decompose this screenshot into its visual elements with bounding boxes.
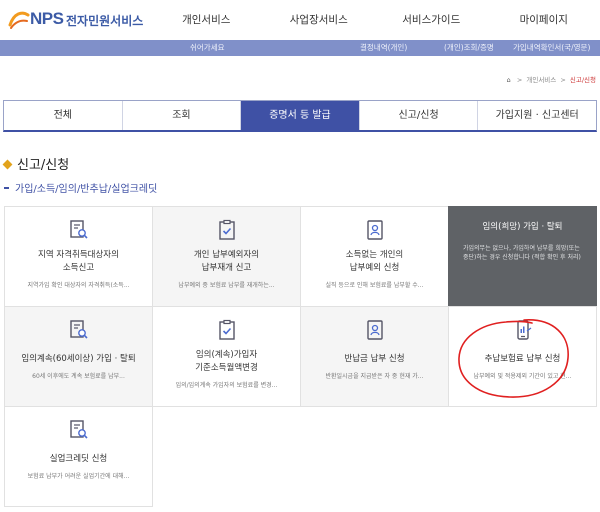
nav-personal[interactable]: 개인서비스 [150,0,263,40]
card-description: 반환일시금을 지급받은 자 중 현재 가... [325,373,424,380]
category-tabs: 전체 조회 증명서 등 발급 신고/신청 가입지원 · 신고센터 [3,100,597,132]
card-refund-payment[interactable]: 반납금 납부 신청 반환일시금을 지급받은 자 중 현재 가... [300,306,449,407]
subbar-greeting: 쉬어가세요 [190,43,225,52]
document-search-icon [69,220,88,239]
card-continued-voluntary-join[interactable]: 임의계속(60세이상) 가입 · 탈퇴 60세 이후에도 계속 보험료를 납부.… [4,306,153,407]
sub-nav-bar: 쉬어가세요 결정내역(개인) (개인)조회/증명 가입내역확인서(국/영문) [0,40,600,56]
tab-certificates[interactable]: 증명서 등 발급 [241,101,360,130]
tab-inquiry[interactable]: 조회 [122,101,242,130]
card-title-line: 납부재개 신고 [201,263,252,273]
logo-text: 전자민원서비스 [66,14,144,28]
card-deferred-payment[interactable]: 추납보험료 납부 신청 납부예외 및 적용제외 기간이 있고 현... [448,306,597,407]
diamond-bullet-icon [2,159,13,170]
breadcrumb-separator: > [516,76,523,84]
card-title-line: 기준소득월액변경 [195,363,258,373]
breadcrumb-separator: > [560,76,566,84]
card-payment-exemption[interactable]: 소득없는 개인의납부예외 신청 실직 등으로 인해 보험료를 납부할 수... [300,206,449,307]
card-description: 보험료 납부가 어려운 실업기간에 대해... [27,473,130,480]
card-title-line: 추납보험료 납부 신청 [484,354,561,364]
nav-guide[interactable]: 서비스가이드 [375,0,488,40]
card-regional-income-report[interactable]: 지역 자격취득대상자의소득신고 지역가입 확인 대상자의 자격취득(소득... [4,206,153,307]
card-title-line: 소득신고 [62,263,95,273]
nav-mypage[interactable]: 마이페이지 [488,0,600,40]
tab-support-center[interactable]: 가입지원 · 신고센터 [478,101,596,130]
dash-bullet-icon [4,187,9,189]
subbar-link-inquiry[interactable]: (개인)조회/증명 [444,40,494,56]
logo[interactable]: NPS 전자민원서비스 [8,7,143,33]
mobile-chart-icon [516,320,531,340]
logo-mark: NPS [30,9,64,28]
breadcrumb-parent[interactable]: 개인서비스 [526,76,556,84]
card-unemployment-credit[interactable]: 실업크레딧 신청 보험료 납부가 어려운 실업기간에 대해... [4,406,153,507]
card-title-line: 개인 납부예외자의 [193,250,260,260]
section-title-text: 신고/신청 [17,158,70,173]
card-title-line: 실업크레딧 신청 [49,454,108,464]
card-description: 지역가입 확인 대상자의 자격취득(소득... [27,282,130,289]
card-description: 실직 등으로 인해 보험료를 납부할 수... [325,282,424,289]
person-id-icon [366,320,383,340]
clipboard-check-icon [218,319,235,340]
breadcrumb-current: 신고/신청 [569,76,596,84]
card-title-line: 임의계속(60세이상) 가입 · 탈퇴 [21,354,136,364]
subbar-link-decision[interactable]: 결정내역(개인) [360,40,407,56]
tab-all[interactable]: 전체 [4,101,123,130]
header: NPS 전자민원서비스 개인서비스 사업장서비스 서비스가이드 마이페이지 [0,0,600,40]
section-title: 신고/신청 [2,154,70,173]
card-title-line: 지역 자격취득대상자의 [38,250,119,260]
card-title-line: 반납금 납부 신청 [344,354,405,364]
home-icon[interactable]: ⌂ [507,76,511,84]
card-description: 납부예외 중 보험료 납부를 재개하는... [178,282,275,289]
card-payment-resume[interactable]: 개인 납부예외자의납부재개 신고 납부예외 중 보험료 납부를 재개하는... [152,206,301,307]
clipboard-check-icon [218,219,235,240]
tab-report[interactable]: 신고/신청 [359,101,479,130]
section-subtitle: 가입/소득/임의/반추납/실업크레딧 [4,180,157,195]
card-description: 60세 이후에도 계속 보험료를 납부... [32,373,125,380]
card-description: 납부예외 및 적용제외 기간이 있고 현... [473,373,572,380]
section-subtitle-text: 가입/소득/임의/반추납/실업크레딧 [15,184,158,195]
card-title-line: 납부예외 신청 [349,263,400,273]
card-voluntary-join-leave[interactable]: 임의(희망) 가입 · 탈퇴 가입의무는 없으나, 가입하여 납부를 희망(또는… [448,206,597,307]
nps-swoosh-icon [8,11,30,29]
card-description: 임의/임의계속 가입자의 보험료를 변경... [175,382,278,389]
card-income-change[interactable]: 임의(계속)가입자기준소득월액변경 임의/임의계속 가입자의 보험료를 변경..… [152,306,301,407]
card-description: 가입의무는 없으나, 가입하여 납부를 희망(또는 중단)하는 경우 신청합니다… [463,245,581,261]
nav-business[interactable]: 사업장서비스 [263,0,376,40]
card-title-line: 임의(계속)가입자 [195,350,258,360]
subbar-link-certificate[interactable]: 가입내역확인서(국/영문) [513,40,590,56]
card-title-line: 임의(희망) 가입 · 탈퇴 [482,222,563,232]
global-nav: 개인서비스 사업장서비스 서비스가이드 마이페이지 [150,0,600,40]
card-title-line: 소득없는 개인의 [345,250,404,260]
person-id-icon [366,220,383,240]
document-search-icon [69,420,88,439]
breadcrumb: ⌂ > 개인서비스 > 신고/신청 [507,74,596,84]
document-search-icon [69,320,88,339]
